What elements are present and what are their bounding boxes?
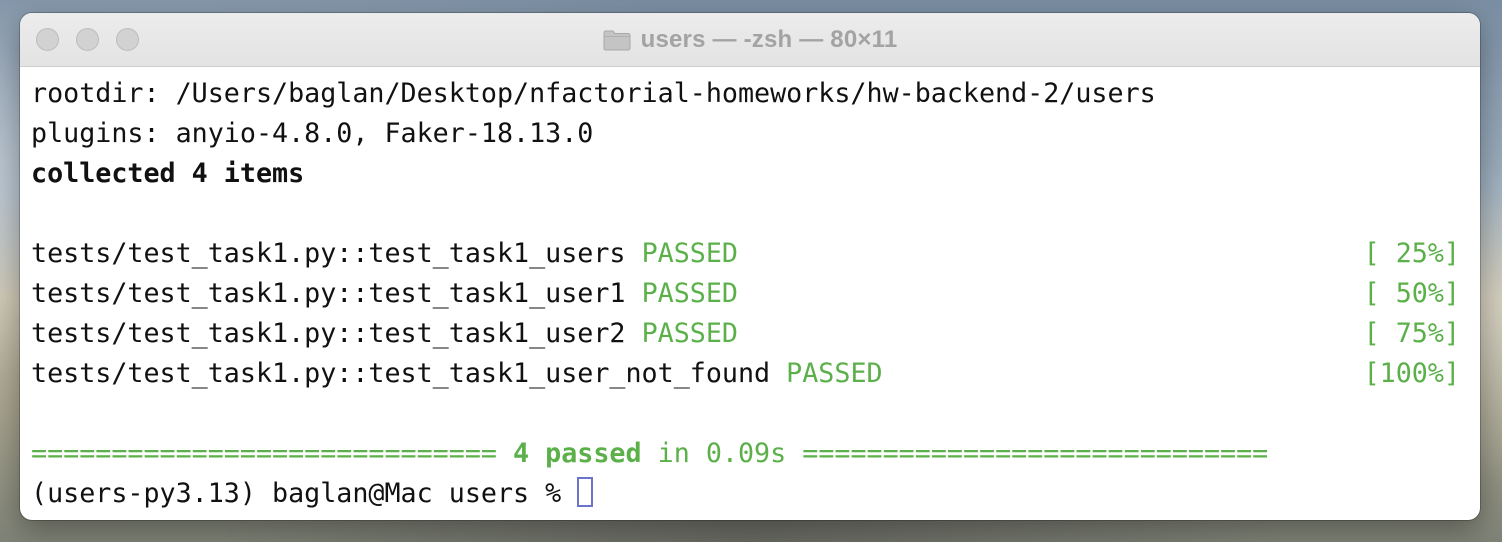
window-title: users — -zsh — 80×11 (640, 26, 898, 53)
test-progress: [ 50%] (1363, 278, 1460, 309)
test-status: PASSED (641, 318, 738, 349)
shell-prompt: (users-py3.13) baglan@Mac users % (31, 478, 578, 509)
text-cursor[interactable] (577, 476, 594, 507)
collected-line: collected 4 items (31, 158, 305, 189)
test-name: tests/test_task1.py::test_task1_user1 (31, 278, 626, 309)
test-progress: [ 75%] (1363, 318, 1460, 349)
test-status: PASSED (786, 358, 883, 389)
summary-right-rule: ============================= (802, 438, 1269, 469)
test-status: PASSED (641, 238, 738, 269)
test-status: PASSED (641, 278, 738, 309)
test-result-line: tests/test_task1.py::test_task1_users PA… (31, 234, 1480, 274)
test-progress: [ 25%] (1363, 238, 1460, 269)
test-result-line: tests/test_task1.py::test_task1_user2 PA… (31, 314, 1480, 354)
terminal-window[interactable]: users — -zsh — 80×11 rootdir: /Users/bag… (20, 13, 1480, 520)
summary-duration: in 0.09s (657, 438, 787, 469)
summary-passed-count: 4 passed (513, 438, 642, 469)
folder-icon (603, 29, 631, 51)
test-name: tests/test_task1.py::test_task1_users (31, 238, 626, 269)
prompt-line[interactable]: (users-py3.13) baglan@Mac users % (31, 474, 1480, 514)
rootdir-line: rootdir: /Users/baglan/Desktop/nfactoria… (31, 78, 1156, 109)
summary-left-rule: ============================= (31, 438, 497, 469)
window-titlebar[interactable]: users — -zsh — 80×11 (20, 13, 1480, 67)
test-progress: [100%] (1363, 358, 1460, 389)
test-name: tests/test_task1.py::test_task1_user2 (31, 318, 626, 349)
test-result-line: tests/test_task1.py::test_task1_user1 PA… (31, 274, 1480, 314)
plugins-line: plugins: anyio-4.8.0, Faker-18.13.0 (31, 118, 594, 149)
test-result-line: tests/test_task1.py::test_task1_user_not… (31, 354, 1480, 394)
summary-line: ============================= 4 passed i… (31, 434, 1480, 474)
test-name: tests/test_task1.py::test_task1_user_not… (31, 358, 771, 389)
window-title-group: users — -zsh — 80×11 (20, 13, 1480, 67)
terminal-output[interactable]: rootdir: /Users/baglan/Desktop/nfactoria… (31, 74, 1480, 520)
